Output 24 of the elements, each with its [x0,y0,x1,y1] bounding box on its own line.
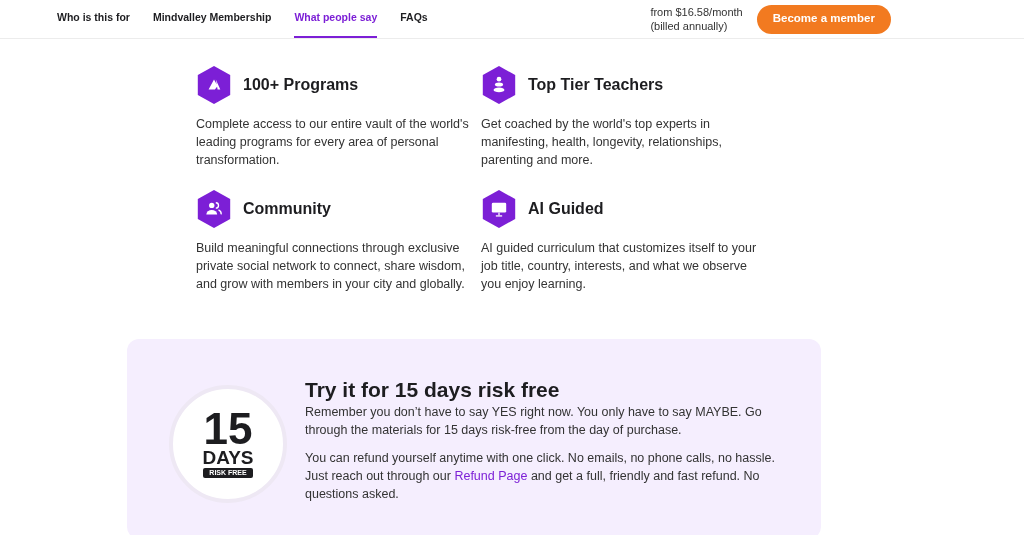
billing-note: (billed annually) [650,19,729,33]
badge-unit: DAYS [202,447,254,468]
trial-title: Try it for 15 days risk free [305,377,561,403]
nav-tab[interactable]: Mindvalley Membership [152,0,272,38]
nav-tab[interactable]: Who is this for [57,0,130,38]
trial-paragraph: Remember you don’t have to say YES right now. You only have to say MAYBE. Go through the materials for 15 days risk-free from the day of purchase. [305,404,763,439]
feature-title: AI Guided [528,199,604,219]
price-text: from $16.58/month [650,5,743,19]
people-icon [196,189,232,229]
mountain-icon [196,65,232,105]
feature-description: Build meaningful connections through exclusive private social network to connect, share wisdom, and grow with members in your city and globally. [196,240,466,293]
badge-number: 15 [203,409,253,448]
feature-description: Complete access to our entire vault of the world's leading programs for every area of personal transformation. [196,116,470,169]
feature-description: Get coached by the world's top experts in manifesting, health, longevity, relationships, parenting and more. [481,116,723,169]
refund-page-link[interactable]: Refund Page [454,469,528,483]
monitor-icon [481,189,517,229]
feature-title: 100+ Programs [243,75,359,95]
stacked-stones-icon [481,65,517,105]
trial-paragraph: You can refund yourself anytime with one click. No emails, no phone calls, no hassle. Just reach out through our Refund Page and get a full, friendly and fast refund. No questions asked. [305,450,776,503]
feature-title: Top Tier Teachers [528,75,664,95]
feature-title: Community [243,199,331,219]
nav-tab[interactable]: FAQs [400,0,428,38]
nav-tab[interactable]: What people say [294,0,378,38]
feature-description: AI guided curriculum that customizes itself to your job title, country, interests, and what we observe you enjoy learning. [481,240,757,293]
